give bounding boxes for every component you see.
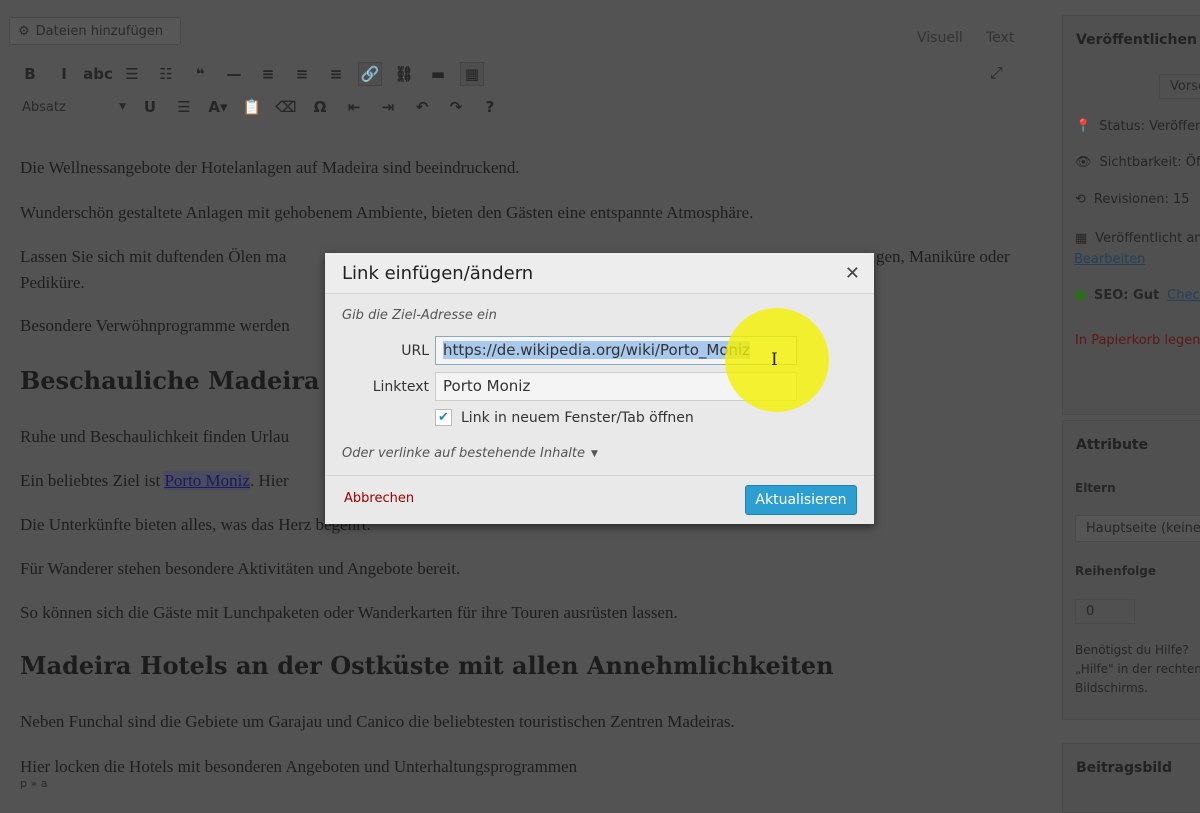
format-select[interactable]: Absatz ▼: [18, 94, 130, 120]
special-char-icon[interactable]: Ω: [308, 95, 332, 119]
edit-date-link[interactable]: Bearbeiten: [1074, 252, 1145, 267]
tab-text[interactable]: Text: [986, 30, 1014, 46]
paragraph: Hier locken die Hotels mit besonderen An…: [20, 757, 578, 776]
seo-status-dot-icon: [1075, 290, 1086, 301]
cancel-link[interactable]: Abbrechen: [344, 491, 414, 506]
italic-icon[interactable]: I: [52, 62, 76, 86]
history-icon: ⟲: [1075, 192, 1086, 207]
paragraph: Ruhe und Beschaulichkeit finden Urlau: [20, 427, 290, 446]
seo-check-link[interactable]: Check: [1167, 288, 1200, 303]
align-left-icon[interactable]: ≡: [256, 62, 280, 86]
remove-link-icon[interactable]: ⛓: [392, 62, 416, 86]
text-color-icon[interactable]: A▾: [206, 95, 230, 119]
paragraph: Besondere Verwöhnprogramme werden: [20, 316, 290, 335]
paste-text-icon[interactable]: 📋: [240, 95, 264, 119]
media-icon: ⚙: [18, 23, 30, 39]
redo-icon[interactable]: ↷: [444, 95, 468, 119]
underline-icon[interactable]: U: [138, 95, 162, 119]
chevron-down-icon: ▼: [119, 102, 126, 112]
strikethrough-icon[interactable]: abc: [83, 62, 113, 86]
pin-icon: 📍: [1075, 119, 1092, 134]
add-media-button[interactable]: ⚙ Dateien hinzufügen: [9, 17, 181, 45]
paragraph: Ein beliebtes Ziel ist Porto Moniz. Hier: [20, 471, 289, 490]
align-right-icon[interactable]: ≡: [324, 62, 348, 86]
read-more-icon[interactable]: ▬: [426, 62, 450, 86]
update-button[interactable]: Aktualisieren: [745, 485, 857, 515]
help-icon[interactable]: ?: [478, 95, 502, 119]
chevron-down-icon: ▼: [591, 449, 598, 459]
element-path: p » a: [20, 777, 48, 790]
paragraph: Pediküre.: [20, 273, 85, 292]
align-center-icon[interactable]: ≡: [290, 62, 314, 86]
parent-select[interactable]: Hauptseite (keine Eltern): [1075, 515, 1200, 542]
publish-box: Veröffentlichen Vorschau 📍Status: Veröff…: [1062, 15, 1200, 415]
calendar-icon: ▦: [1075, 231, 1088, 246]
clear-format-icon[interactable]: ⌫: [274, 95, 298, 119]
paragraph: Neben Funchal sind die Gebiete um Garaja…: [20, 712, 735, 731]
paragraph: Lassen Sie sich mit duftenden Ölen ma: [20, 247, 287, 266]
paragraph: Für Wanderer stehen besondere Aktivitäte…: [20, 559, 461, 578]
preview-button[interactable]: Vorschau: [1159, 74, 1200, 99]
paragraph: So können sich die Gäste mit Lunchpakete…: [20, 603, 678, 622]
heading: Madeira Hotels an der Ostküste mit allen…: [20, 651, 834, 680]
bold-icon[interactable]: B: [18, 62, 42, 86]
paragraph: Wunderschön gestaltete Anlagen mit gehob…: [20, 203, 754, 222]
paragraph: gen, Maniküre oder: [876, 247, 1010, 266]
paragraph: Die Unterkünfte bieten alles, was das He…: [20, 515, 371, 534]
existing-content-toggle[interactable]: Oder verlinke auf bestehende Inhalte ▼: [342, 446, 598, 461]
blockquote-icon[interactable]: ❝: [188, 62, 212, 86]
heading: Beschauliche Madeira: [20, 366, 320, 395]
horizontal-line-icon[interactable]: —: [222, 62, 246, 86]
tab-visual[interactable]: Visuell: [917, 30, 963, 46]
trash-link[interactable]: In Papierkorb legen: [1075, 333, 1200, 348]
text-cursor-icon: I: [771, 350, 778, 370]
new-tab-checkbox[interactable]: ✔: [435, 409, 452, 426]
close-icon[interactable]: ✕: [845, 263, 860, 284]
toolbar-toggle-icon[interactable]: ▦: [460, 62, 484, 86]
attributes-box: Attribute Eltern Hauptseite (keine Elter…: [1062, 420, 1200, 720]
dialog-title: Link einfügen/ändern: [342, 262, 534, 284]
featured-image-box: Beitragsbild: [1062, 743, 1200, 813]
paragraph: Die Wellnessangebote der Hotelanlagen au…: [20, 158, 520, 177]
undo-icon[interactable]: ↶: [410, 95, 434, 119]
fullscreen-icon[interactable]: ⤢: [990, 63, 1003, 83]
numbered-list-icon[interactable]: ☷: [154, 62, 178, 86]
insert-link-icon[interactable]: 🔗: [358, 62, 382, 86]
justify-icon[interactable]: ☰: [172, 95, 196, 119]
outdent-icon[interactable]: ⇤: [342, 95, 366, 119]
bullet-list-icon[interactable]: ☰: [120, 62, 144, 86]
eye-icon: 👁: [1075, 155, 1092, 170]
indent-icon[interactable]: ⇥: [376, 95, 400, 119]
porto-moniz-link[interactable]: Porto Moniz: [164, 471, 250, 490]
order-input[interactable]: 0: [1075, 599, 1135, 624]
